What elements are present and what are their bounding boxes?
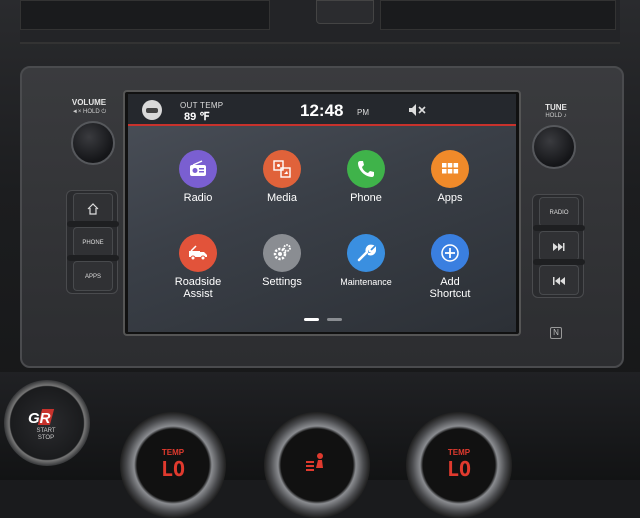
- driver-temp-label: TEMP: [161, 448, 185, 457]
- app-label: Maintenance: [340, 277, 392, 287]
- gear-icon: [263, 234, 301, 272]
- top-vent: [20, 0, 620, 44]
- clock-ampm: PM: [357, 108, 369, 117]
- app-label: Phone: [350, 192, 382, 204]
- app-apps[interactable]: Apps: [410, 150, 490, 204]
- media-icon: [263, 150, 301, 188]
- passenger-temp-value: LO: [446, 457, 472, 481]
- phone-button[interactable]: PHONE: [73, 227, 113, 257]
- vehicle-icon[interactable]: [142, 100, 162, 120]
- page-dot: [327, 318, 342, 321]
- app-maintenance[interactable]: Maintenance: [326, 234, 406, 288]
- touchscreen: OUT TEMP 89 ℉ 12:48 PM Radio Media Phone…: [128, 94, 516, 332]
- app-label: Roadside Assist: [174, 276, 222, 300]
- app-roadside-assist[interactable]: Roadside Assist: [158, 234, 238, 300]
- page-indicator[interactable]: [304, 318, 344, 321]
- phone-icon: [347, 150, 385, 188]
- hazard-button[interactable]: [316, 0, 374, 24]
- vent-slot: [20, 0, 270, 30]
- home-button[interactable]: [73, 193, 113, 223]
- page-dot-active: [304, 318, 319, 321]
- airflow-mode-icon: [306, 453, 323, 471]
- right-button-column: RADIO: [532, 194, 585, 298]
- driver-temp-value: LO: [160, 457, 186, 481]
- app-label: Media: [267, 192, 297, 204]
- status-bar: OUT TEMP 89 ℉ 12:48 PM: [128, 94, 516, 126]
- volume-label: VOLUME: [71, 98, 107, 107]
- left-button-column: PHONE APPS: [66, 190, 119, 294]
- app-label: Apps: [437, 192, 463, 204]
- vent-slot: [380, 0, 616, 30]
- clock: 12:48: [300, 101, 344, 120]
- app-add-shortcut[interactable]: Add Shortcut: [410, 234, 490, 300]
- home-icon: [87, 203, 99, 215]
- dashboard: VOLUME ◄× HOLD ⏻ PHONE APPS TUNE HOLD ♪ …: [0, 0, 640, 518]
- tow-truck-icon: [179, 234, 217, 272]
- mute-icon[interactable]: [408, 103, 426, 117]
- out-temp-value: 89 ℉: [184, 111, 210, 123]
- app-media[interactable]: Media: [242, 150, 322, 204]
- nfc-icon: N: [550, 327, 562, 339]
- app-label: Settings: [262, 276, 302, 288]
- app-label: Add Shortcut: [429, 276, 471, 300]
- app-label: Radio: [183, 192, 213, 204]
- app-phone[interactable]: Phone: [326, 150, 406, 204]
- tune-hint: HOLD ♪: [545, 113, 567, 119]
- apps-grid-icon: [431, 150, 469, 188]
- seek-forward-button[interactable]: [539, 231, 579, 261]
- tune-label: TUNE: [545, 103, 567, 112]
- app-settings[interactable]: Settings: [242, 234, 322, 288]
- radio-button[interactable]: RADIO: [539, 197, 579, 227]
- wrench-icon: [347, 234, 385, 272]
- apps-button[interactable]: APPS: [73, 261, 113, 291]
- add-icon: [431, 234, 469, 272]
- volume-knob[interactable]: [71, 121, 115, 165]
- passenger-temp-label: TEMP: [447, 448, 471, 457]
- app-radio[interactable]: Radio: [158, 150, 238, 204]
- radio-icon: [179, 150, 217, 188]
- seek-back-icon: [553, 277, 565, 285]
- gr-logo: GR: [28, 410, 51, 427]
- seek-forward-icon: [553, 243, 565, 251]
- seek-back-button[interactable]: [539, 265, 579, 295]
- start-stop-label: START STOP: [36, 428, 56, 441]
- volume-hint: ◄× HOLD ⏻: [71, 109, 107, 115]
- tune-knob[interactable]: [532, 125, 576, 169]
- out-temp-label: OUT TEMP: [180, 101, 224, 110]
